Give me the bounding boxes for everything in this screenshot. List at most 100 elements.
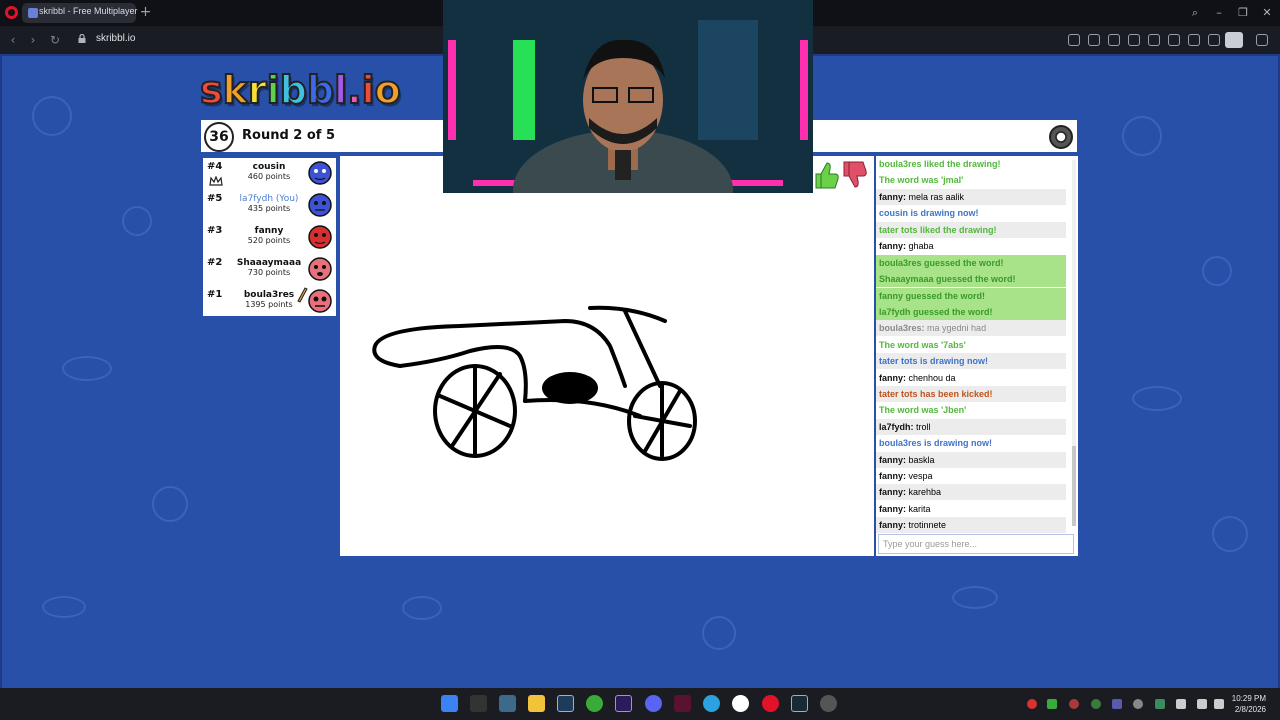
- play-icon[interactable]: [1148, 34, 1160, 46]
- clock-time: 10:29 PM: [1231, 694, 1266, 703]
- skribbl-favicon-icon: [28, 8, 38, 18]
- edit-icon[interactable]: [1068, 34, 1080, 46]
- url-text[interactable]: skribbl.io: [96, 33, 135, 44]
- player-row[interactable]: #1 boula3res 1395 points: [203, 286, 336, 317]
- player-rank: #2: [207, 257, 223, 268]
- player-avatar: [308, 225, 332, 249]
- heart-icon[interactable]: [1168, 34, 1180, 46]
- app-icon[interactable]: [820, 695, 837, 712]
- app-icon[interactable]: [499, 695, 516, 712]
- discord-icon[interactable]: [645, 695, 662, 712]
- timer-clock: 36: [204, 122, 234, 152]
- forward-icon[interactable]: ›: [26, 32, 40, 48]
- tray-icon[interactable]: [1069, 699, 1079, 709]
- chat-message: tater tots liked the drawing!: [876, 222, 1066, 238]
- extensions-icon[interactable]: [1256, 34, 1268, 46]
- telegram-icon[interactable]: [703, 695, 720, 712]
- round-label: Round 2 of 5: [242, 128, 336, 143]
- premiere-icon[interactable]: [615, 695, 632, 712]
- microphone-icon[interactable]: [1176, 699, 1186, 709]
- chat-message: boula3res liked the drawing!: [879, 159, 1001, 169]
- chat-message: The word was 'Jben': [879, 405, 967, 415]
- player-points: 435 points: [247, 204, 291, 213]
- chat-message: boula3res is drawing now!: [879, 438, 993, 448]
- search-tabs-icon[interactable]: ⌕: [1184, 4, 1206, 22]
- player-points: 520 points: [247, 236, 291, 245]
- menu-icon[interactable]: [1208, 34, 1220, 46]
- windows-taskbar: 10:29 PM 2/8/2026: [0, 688, 1280, 720]
- epic-games-icon[interactable]: [470, 695, 487, 712]
- profile-icon[interactable]: [1225, 32, 1243, 48]
- player-rank: #1: [207, 289, 223, 300]
- minimize-icon[interactable]: –: [1208, 4, 1230, 22]
- chat-message: boula3res: ma ygedni had: [876, 320, 1066, 336]
- tab-title: skribbl - Free Multiplayer: [39, 6, 138, 16]
- player-avatar: [308, 257, 332, 281]
- tray-icon[interactable]: [1112, 699, 1122, 709]
- clock-date: 2/8/2026: [1234, 705, 1266, 714]
- lock-icon: [78, 34, 86, 43]
- new-tab-plus-icon[interactable]: +: [139, 5, 152, 19]
- chat-message: la7fydh: troll: [876, 419, 1066, 435]
- player-rank: #4: [207, 161, 223, 172]
- maximize-icon[interactable]: ❐: [1232, 4, 1254, 22]
- reload-icon[interactable]: ↻: [48, 32, 62, 48]
- close-window-icon[interactable]: ✕: [1256, 4, 1278, 22]
- opera-logo-icon[interactable]: [5, 6, 18, 19]
- clock-datetime[interactable]: 10:29 PM 2/8/2026: [1232, 693, 1266, 715]
- skribbl-logo: skribbl.io: [199, 67, 402, 113]
- opera-icon[interactable]: [762, 695, 779, 712]
- webcam-feed: [443, 0, 813, 193]
- chat-message: la7fydh guessed the word!: [876, 304, 1066, 320]
- player-avatar: [308, 193, 332, 217]
- drawing-bicycle: [372, 305, 697, 461]
- chat-message: fanny guessed the word!: [876, 288, 1066, 304]
- download-icon[interactable]: [1188, 34, 1200, 46]
- tray-icon[interactable]: [1047, 699, 1057, 709]
- app-icon[interactable]: [674, 695, 691, 712]
- chat-message: fanny: vespa: [879, 471, 933, 481]
- chat-message: tater tots is drawing now!: [876, 353, 1066, 369]
- player-name: la7fydh (You): [239, 194, 299, 204]
- tray-icon[interactable]: [1133, 699, 1143, 709]
- thumbs-down-icon[interactable]: [840, 160, 868, 190]
- back-icon[interactable]: ‹: [6, 32, 20, 48]
- vpn-icon[interactable]: [1128, 34, 1140, 46]
- volume-icon[interactable]: [1214, 699, 1224, 709]
- player-points: 460 points: [247, 172, 291, 181]
- tray-icon[interactable]: [1155, 699, 1165, 709]
- chat-message: fanny: karita: [879, 504, 931, 514]
- chat-scrollbar-thumb[interactable]: [1072, 446, 1076, 526]
- settings-gear-icon[interactable]: [1047, 123, 1075, 151]
- player-avatar: [308, 161, 332, 185]
- chat-message: Shaaaymaaa guessed the word!: [876, 271, 1066, 287]
- drawing-pencil-icon: [297, 287, 308, 303]
- player-name: Shaaaymaaa: [236, 258, 302, 268]
- drawing-canvas[interactable]: [340, 156, 874, 556]
- thumbs-up-icon[interactable]: [812, 160, 840, 190]
- chat-message: The word was '7abs': [879, 340, 966, 350]
- lightroom-icon[interactable]: [557, 695, 574, 712]
- camera-icon[interactable]: [1088, 34, 1100, 46]
- player-row[interactable]: #2 Shaaaymaaa 730 points: [203, 254, 336, 285]
- tray-icon[interactable]: [1091, 699, 1101, 709]
- file-explorer-icon[interactable]: [528, 695, 545, 712]
- guess-input[interactable]: [878, 534, 1074, 554]
- xbox-icon[interactable]: [586, 695, 603, 712]
- obs-icon[interactable]: [732, 695, 749, 712]
- chat-message: fanny: mela ras aalik: [876, 189, 1066, 205]
- start-windows-icon[interactable]: [441, 695, 458, 712]
- chat-panel: boula3res liked the drawing! The word wa…: [876, 156, 1078, 556]
- player-row[interactable]: #3 fanny 520 points: [203, 222, 336, 253]
- steam-icon[interactable]: [791, 695, 808, 712]
- player-row-self[interactable]: #5 la7fydh (You) 435 points: [203, 190, 336, 221]
- player-rank: #5: [207, 193, 223, 204]
- chat-message: The word was 'jmal': [879, 175, 964, 185]
- browser-tab[interactable]: skribbl - Free Multiplayer: [22, 3, 138, 23]
- chat-message: fanny: trotinnete: [876, 517, 1066, 533]
- shield-icon[interactable]: [1108, 34, 1120, 46]
- player-points: 1395 points: [245, 300, 293, 309]
- network-icon[interactable]: [1197, 699, 1207, 709]
- tray-icon[interactable]: [1027, 699, 1037, 709]
- chat-message: fanny: baskla: [876, 452, 1066, 468]
